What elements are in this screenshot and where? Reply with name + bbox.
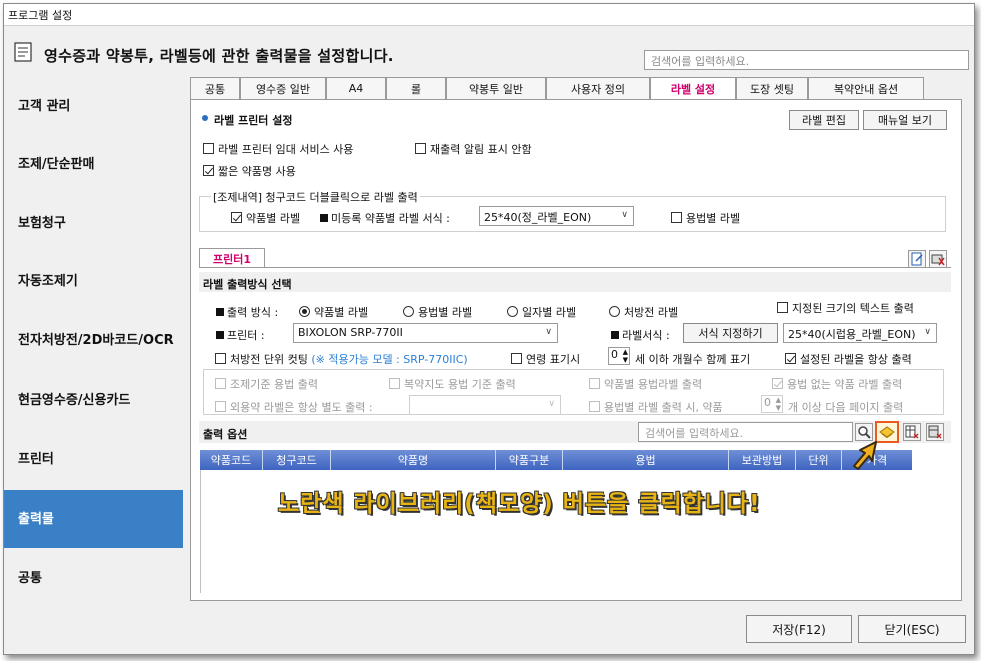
page-break-stepper[interactable]: 0 ▲ ▼: [761, 395, 783, 413]
close-button[interactable]: 닫기(ESC): [858, 615, 966, 643]
unregistered-format-select[interactable]: 25*40(정_라벨_EON) ∨: [479, 206, 634, 226]
sidebar-item-customer[interactable]: 고객 관리: [4, 77, 183, 135]
col-claim-code[interactable]: 청구코드: [263, 450, 331, 470]
short-name-checkbox[interactable]: 짧은 약품명 사용: [203, 163, 296, 179]
sidebar-item-printer[interactable]: 프린터: [4, 430, 183, 488]
sidebar-item-output[interactable]: 출력물: [4, 490, 183, 548]
output-options-title: 출력 옵션: [203, 428, 248, 441]
sidebar-item-dispense[interactable]: 조제/단순판매: [4, 135, 183, 193]
drug-usage-label-checkbox[interactable]: 약품별 용법라벨 출력: [589, 376, 702, 392]
tab-receipt-general[interactable]: 영수증 일반: [240, 77, 326, 99]
output-method-title: 라벨 출력방식 선택: [203, 278, 292, 291]
no-usage-label-checkbox[interactable]: 용법 없는 약품 라벨 출력: [772, 376, 902, 392]
page-break-suffix: 개 이상 다음 페이지 출력: [788, 401, 904, 414]
col-usage[interactable]: 용법: [563, 450, 729, 470]
external-format-select[interactable]: ∨: [409, 395, 561, 415]
output-options-table-header: 약품코드 청구코드 약품명 약품구분 용법 보관방법 단위 가격: [200, 450, 912, 470]
tab-envelope-general[interactable]: 약봉투 일반: [446, 77, 546, 99]
output-method-label: 출력 방식 :: [216, 304, 278, 320]
guide-usage-checkbox[interactable]: 복약지도 용법 기준 출력: [389, 376, 516, 392]
printer-tab[interactable]: 프린터1: [199, 248, 265, 268]
add-printer-icon[interactable]: [908, 250, 926, 268]
cut-per-rx-checkbox[interactable]: 처방전 단위 컷팅 (※ 적용가능 모델 : SRP-770IIC): [215, 351, 468, 367]
tab-stamp-settings[interactable]: 도장 셋팅: [736, 77, 808, 99]
radio-rx-label[interactable]: 처방전 라벨: [609, 304, 678, 320]
search-icon[interactable]: [855, 423, 873, 441]
radio-date-label[interactable]: 일자별 라벨: [507, 304, 576, 320]
bullet-icon: [202, 115, 208, 121]
radio-usage-label[interactable]: 용법별 라벨: [403, 304, 472, 320]
label-edit-button[interactable]: 라벨 편집: [789, 110, 859, 130]
unregistered-format-label: 미등록 약품별 라벨 서식 :: [320, 210, 450, 226]
delete-printer-icon[interactable]: [929, 250, 947, 268]
drug-label-checkbox[interactable]: 약품별 라벨: [231, 210, 300, 226]
format-label: 라벨서식 :: [611, 327, 670, 343]
title-bar: 프로그램 설정: [4, 4, 974, 26]
age-suffix: 세 이하 개월수 함께 표기: [635, 353, 751, 366]
stepper-arrows-icon: ▲ ▼: [622, 348, 628, 364]
tab-user-defined[interactable]: 사용자 정의: [546, 77, 650, 99]
table-delete-icon[interactable]: [926, 423, 944, 441]
tab-common[interactable]: 공통: [190, 77, 240, 99]
window-title: 프로그램 설정: [8, 9, 73, 22]
temp-service-checkbox[interactable]: 라벨 프린터 임대 서비스 사용: [203, 141, 353, 157]
usage-label-checkbox[interactable]: 용법별 라벨: [671, 210, 740, 226]
global-search-placeholder: 검색어를 입력하세요.: [651, 55, 750, 68]
col-drug-name[interactable]: 약품명: [331, 450, 496, 470]
sidebar-item-common[interactable]: 공통: [4, 549, 183, 607]
col-storage[interactable]: 보관방법: [729, 450, 796, 470]
col-unit[interactable]: 단위: [796, 450, 842, 470]
table-add-icon[interactable]: [903, 423, 921, 441]
tab-a4[interactable]: A4: [326, 77, 386, 99]
double-click-group-title: [조제내역] 청구코드 더블클릭으로 라벨 출력: [211, 189, 420, 205]
format-select[interactable]: 25*40(시럽용_라벨_EON) ∨: [783, 323, 937, 343]
sidebar-item-cash-receipt[interactable]: 현금영수증/신용카드: [4, 371, 183, 429]
sidebar-item-e-prescription[interactable]: 전자처방전/2D바코드/OCR: [4, 311, 174, 369]
tab-roll[interactable]: 롤: [386, 77, 446, 99]
dispense-usage-checkbox[interactable]: 조제기준 용법 출력: [215, 376, 318, 392]
instruction-annotation: 노란색 라이브러리(책모양) 버튼을 클릭합니다!: [278, 491, 761, 517]
sidebar-item-insurance[interactable]: 보험청구: [4, 194, 183, 252]
chevron-down-icon: ∨: [621, 210, 628, 220]
document-icon: [14, 42, 32, 62]
sidebar-item-auto-dispenser[interactable]: 자동조제기: [4, 252, 183, 310]
chevron-down-icon: ∨: [924, 327, 931, 337]
chevron-down-icon: ∨: [545, 327, 552, 337]
col-drug-type[interactable]: 약품구분: [496, 450, 563, 470]
label-printer-title: 라벨 프린터 설정: [214, 114, 293, 127]
save-button[interactable]: 저장(F12): [746, 615, 852, 643]
library-book-icon[interactable]: [875, 421, 899, 443]
tab-medication-guide[interactable]: 복약안내 옵션: [808, 77, 924, 99]
output-method-header-bg: [199, 272, 951, 292]
stepper-arrows-icon: ▲ ▼: [775, 396, 781, 412]
no-reprint-alert-checkbox[interactable]: 재출력 알림 표시 안함: [415, 141, 532, 157]
col-drug-code[interactable]: 약품코드: [200, 450, 263, 470]
page-description: 영수증과 약봉투, 라벨등에 관한 출력물을 설정합니다.: [44, 47, 394, 65]
age-checkbox[interactable]: 연령 표기시: [511, 351, 580, 367]
always-selected-checkbox[interactable]: 설정된 라벨을 항상 출력: [785, 351, 912, 367]
output-options-search-input[interactable]: 검색어를 입력하세요.: [638, 422, 853, 442]
pointer-arrow-icon: [850, 440, 878, 472]
external-separate-checkbox[interactable]: 외용약 라벨은 항상 별도 출력 :: [215, 399, 373, 415]
format-assign-button[interactable]: 서식 지정하기: [683, 323, 778, 343]
fixed-size-checkbox[interactable]: 지정된 크기의 텍스트 출력: [777, 300, 914, 316]
global-search-input[interactable]: 검색어를 입력하세요.: [644, 50, 969, 70]
manual-view-button[interactable]: 매뉴얼 보기: [863, 110, 947, 130]
radio-drug-label[interactable]: 약품별 라벨: [299, 304, 368, 320]
printer-label: 프린터 :: [216, 327, 265, 343]
tab-label-settings[interactable]: 라벨 설정: [650, 77, 736, 99]
age-stepper[interactable]: 0 ▲ ▼: [608, 347, 630, 365]
printer-select[interactable]: BIXOLON SRP-770II ∨: [293, 323, 558, 343]
chevron-down-icon: ∨: [548, 399, 555, 409]
page-break-checkbox[interactable]: 용법별 라벨 출력 시, 약품: [589, 399, 723, 415]
